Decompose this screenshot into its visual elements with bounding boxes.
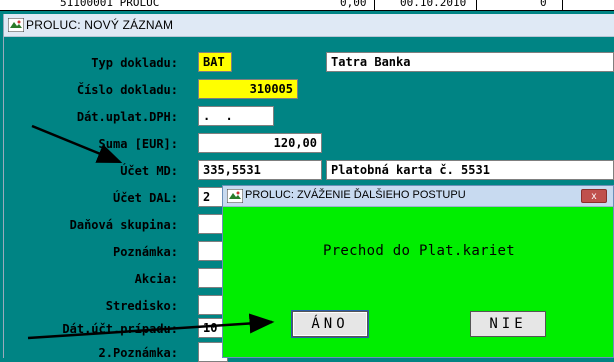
cislo-dokladu-field[interactable]: 310005 xyxy=(198,79,298,99)
close-button[interactable]: x xyxy=(581,189,607,203)
strip-record: 51100001 PROLUC xyxy=(60,0,160,9)
label-ucet-dal: Účet DAL: xyxy=(112,191,178,205)
label-dat-uplat-dph: Dát.uplat.DPH: xyxy=(76,110,178,124)
yes-button[interactable]: ÁNO xyxy=(291,310,369,338)
label-akcia: Akcia: xyxy=(134,272,178,286)
confirm-dialog: PROLUC: ZVÁŽENIE ĎALŠIEHO POSTUPU x Prec… xyxy=(222,185,614,358)
label-cislo-dokladu: Číslo dokladu: xyxy=(76,83,178,97)
typ-dokladu-desc-field: Tatra Banka xyxy=(326,52,614,72)
dialog-message: Prechod do Plat.kariet xyxy=(322,243,516,259)
close-icon: x xyxy=(591,191,597,202)
ucet-md-field[interactable]: 335,5531 xyxy=(198,160,322,180)
label-danova-skupina: Daňová skupina: xyxy=(69,218,178,232)
label-poznamka: Poznámka: xyxy=(112,245,178,259)
window-titlebar[interactable]: PROLUC: NOVÝ ZÁZNAM xyxy=(4,14,614,37)
background-record-strip: 51100001 PROLUC 0,00 00.10.2010 0 xyxy=(0,0,614,11)
typ-dokladu-code-field[interactable]: BAT xyxy=(198,52,232,72)
suma-field[interactable]: 120,00 xyxy=(198,133,322,153)
label-suma: Suma [EUR]: xyxy=(98,137,178,151)
strip-date: 00.10.2010 xyxy=(400,0,467,9)
window-title: PROLUC: NOVÝ ZÁZNAM xyxy=(26,18,174,32)
dat-uplat-dph-field[interactable]: . . xyxy=(198,106,274,126)
strip-end: 0 xyxy=(540,0,547,9)
no-button[interactable]: NIE xyxy=(470,311,546,337)
label-typ-dokladu: Typ dokladu: xyxy=(91,56,178,70)
label-dat-uct-pripadu: Dát.účt.prípadu: xyxy=(62,322,178,336)
label-ucet-md: Účet MD: xyxy=(120,164,178,178)
app-icon xyxy=(8,18,24,32)
strip-amount: 0,00 xyxy=(340,0,367,9)
app-icon xyxy=(227,189,243,203)
dialog-titlebar[interactable]: PROLUC: ZVÁŽENIE ĎALŠIEHO POSTUPU x xyxy=(223,186,613,207)
dialog-title: PROLUC: ZVÁŽENIE ĎALŠIEHO POSTUPU xyxy=(245,189,466,201)
ucet-md-desc-field: Platobná karta č. 5531 xyxy=(326,160,614,180)
label-stredisko: Stredisko: xyxy=(105,299,178,313)
